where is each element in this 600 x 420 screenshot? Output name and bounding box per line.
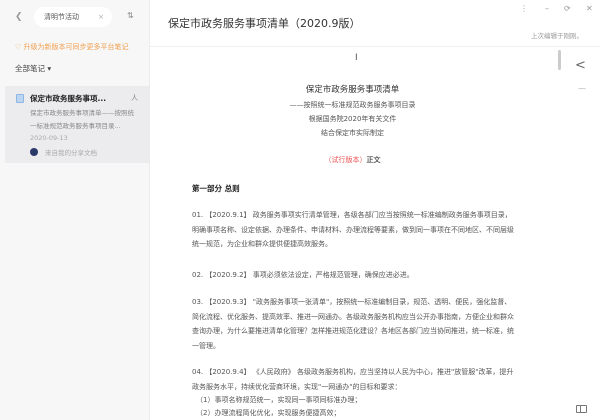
notice-text: 升级为新版本可同步更多平台笔记: [23, 43, 129, 51]
note-pin: 人: [131, 94, 138, 102]
sidebar: ❮ 清明节活动 × ⇅ ♡ 升级为新版本可同步更多平台笔记 全部笔记 ▾ 保定市政…: [0, 0, 150, 420]
paragraph: 02. 【2020.9.2】 事项必须依法设定，严格规范管理，确保应进必进。: [192, 271, 414, 279]
paragraph: 03. 【2020.9.3】 "政务服务事项一张清单"，按照统一标准编制目录，规…: [192, 298, 514, 350]
more-icon[interactable]: —: [578, 84, 586, 93]
section-heading: 第一部分 总则: [192, 184, 240, 193]
note-title: 保定市政务服务事项...: [30, 94, 107, 103]
doc-subtitle: 根据国务院2020年有关文件: [308, 115, 397, 123]
refresh-icon[interactable]: ⟳: [564, 4, 571, 13]
paragraph: 04. 【2020.9.4】 《人民政府》 各级政务服务机构，应当坚持以人民为中…: [192, 368, 514, 391]
save-status: 上次编辑于刚刚。: [531, 32, 583, 40]
share-icon[interactable]: <: [575, 58, 586, 73]
menu-icon[interactable]: ⋮: [520, 4, 528, 13]
filter-label: 全部笔记: [15, 64, 45, 73]
text-cursor-icon: I: [355, 53, 358, 63]
document-editor[interactable]: I 保定市政务服务事项清单 ——按照统一标准规范政务服务事项目录 根据国务院20…: [150, 47, 555, 420]
header: 保定市政务服务事项清单（2020.9版） ⋮ – ⟳ ✕ 上次编辑于刚刚。: [150, 0, 600, 47]
sidebar-toggle-icon[interactable]: [576, 405, 587, 413]
document-title[interactable]: 保定市政务服务事项清单（2020.9版）: [168, 15, 361, 31]
paragraph: 01. 【2020.9.1】 政务服务事项实行清单管理，各级各部门应当按照统一标…: [192, 211, 514, 248]
sort-icon[interactable]: ⇅: [127, 11, 134, 20]
filter-dropdown[interactable]: 全部笔记 ▾: [15, 63, 51, 74]
avatar: [30, 148, 38, 156]
note-author: 来自我的分享文档: [45, 149, 97, 157]
doc-heading: 保定市政务服务事项清单: [305, 85, 400, 95]
doc-subtitle: ——按照统一标准规范政务服务事项目录: [289, 101, 416, 109]
back-icon[interactable]: ❮: [15, 12, 23, 22]
version-tag: （试行版本）: [324, 156, 367, 164]
search-value: 清明节活动: [44, 13, 79, 21]
close-icon[interactable]: ✕: [586, 4, 593, 13]
document-icon: [16, 94, 24, 103]
doc-subtitle: 结合保定市实际制定: [321, 129, 384, 137]
upgrade-notice[interactable]: ♡ 升级为新版本可同步更多平台笔记: [15, 42, 129, 52]
search-input[interactable]: 清明节活动 ×: [34, 7, 112, 27]
scrollbar[interactable]: [558, 50, 561, 70]
note-list-item[interactable]: 保定市政务服务事项... 人 保定市政务服务事项清单——按照统一标准规范政务服务…: [5, 86, 150, 163]
body-label: 正文: [366, 156, 381, 164]
list-item: （1）事项名称规范统一，实现同一事项同标准办理；: [196, 396, 362, 404]
note-snippet: 保定市政务服务事项清单——按照统一标准规范政务服务事项目录...: [30, 109, 134, 130]
minimize-icon[interactable]: –: [545, 4, 549, 13]
clear-icon[interactable]: ×: [98, 7, 104, 27]
note-date: 2020-09-13: [30, 134, 68, 142]
list-item: （2）办理流程简化优化，实现服务便捷高效；: [196, 409, 341, 417]
